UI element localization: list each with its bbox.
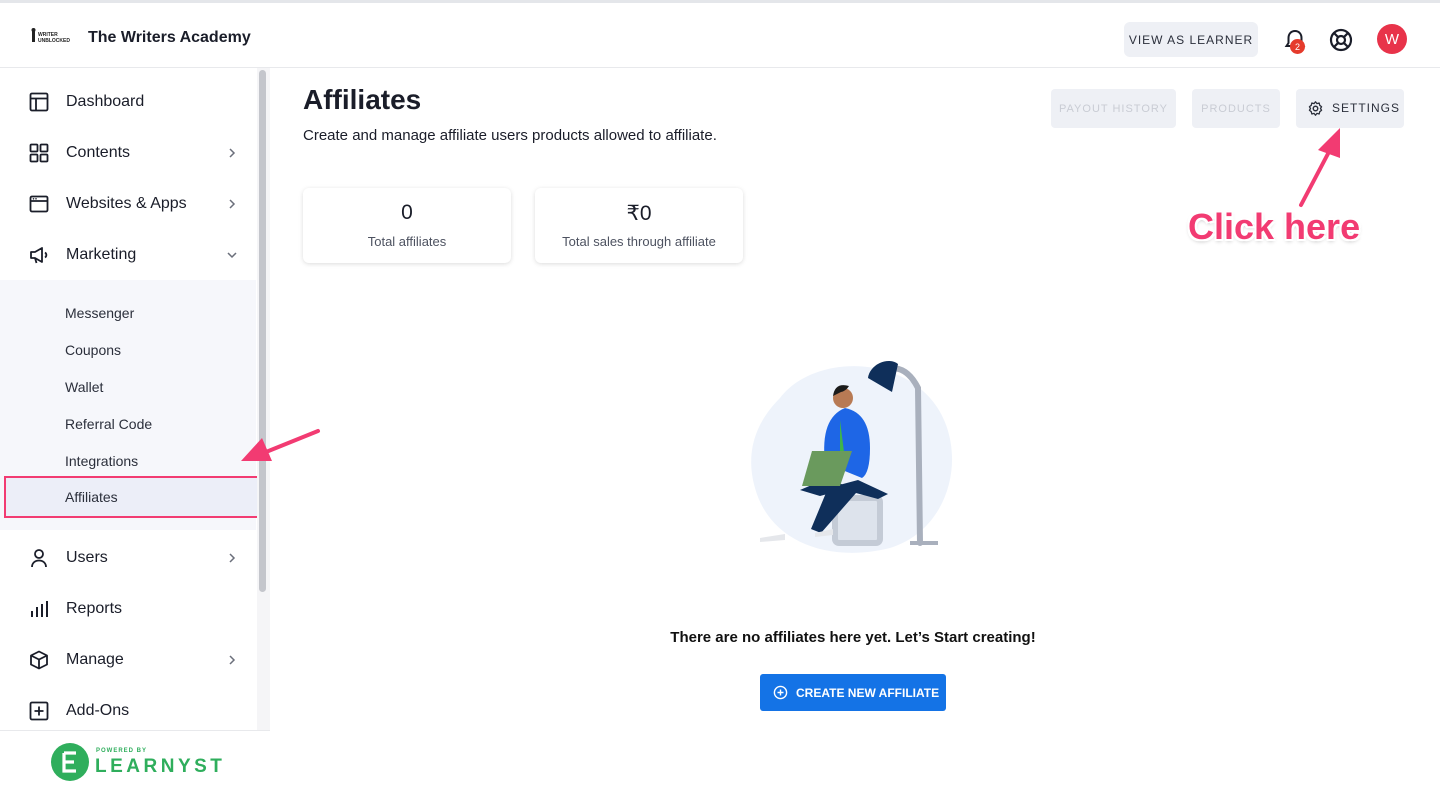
- chevron-down-icon: [227, 252, 237, 259]
- stat-label: Total sales through affiliate: [562, 234, 716, 249]
- sidebar-item-manage[interactable]: Manage: [0, 635, 256, 685]
- learnyst-wordmark: LEARNYST: [95, 756, 226, 777]
- submenu-item-referral-code[interactable]: Referral Code: [0, 405, 256, 442]
- settings-button[interactable]: SETTINGS: [1296, 89, 1404, 128]
- view-as-learner-button[interactable]: VIEW AS LEARNER: [1124, 22, 1258, 57]
- chevron-right-icon: [229, 199, 236, 209]
- sidebar-item-label: Manage: [66, 651, 124, 668]
- megaphone-icon: [30, 247, 48, 264]
- stat-label: Total affiliates: [367, 234, 447, 249]
- stat-card-total-sales: ₹0 Total sales through affiliate: [535, 188, 743, 263]
- submenu-item-label: Coupons: [65, 341, 122, 358]
- submenu-item-integrations[interactable]: Integrations: [0, 442, 256, 479]
- powered-by-footer: POWERED BY LEARNYST: [0, 730, 270, 792]
- create-button-label: CREATE NEW AFFILIATE: [796, 686, 940, 700]
- submenu-item-label: Messenger: [65, 304, 135, 321]
- sidebar: Dashboard Contents Websites & Apps Marke…: [0, 68, 270, 792]
- top-header: WRITER UNBLOCKED The Writers Academy VIE…: [0, 3, 1440, 68]
- layout-icon: [29, 92, 49, 112]
- powered-by-label: POWERED BY: [96, 748, 148, 754]
- submenu-item-label: Wallet: [65, 378, 104, 395]
- sidebar-item-label: Marketing: [66, 246, 137, 263]
- help-lifebuoy-icon[interactable]: [1329, 28, 1353, 52]
- page-title: Affiliates: [303, 84, 422, 115]
- submenu-item-coupons[interactable]: Coupons: [0, 331, 256, 368]
- user-icon: [31, 549, 47, 568]
- sidebar-scrollbar-thumb[interactable]: [259, 70, 266, 592]
- page-subtitle: Create and manage affiliate users produc…: [303, 127, 717, 144]
- main-content: Affiliates Create and manage affiliate u…: [270, 68, 1440, 792]
- bar-chart-icon: [31, 601, 48, 617]
- sidebar-item-label: Websites & Apps: [66, 195, 187, 212]
- payout-history-button[interactable]: PAYOUT HISTORY: [1051, 89, 1176, 128]
- sidebar-item-add-ons[interactable]: Add-Ons: [0, 686, 256, 736]
- stat-card-total-affiliates: 0 Total affiliates: [303, 188, 511, 263]
- sidebar-item-label: Contents: [66, 144, 131, 161]
- marketing-submenu: Messenger Coupons Wallet Referral Code I…: [0, 280, 259, 530]
- chevron-right-icon: [229, 553, 236, 563]
- notification-badge: 2: [1290, 39, 1305, 54]
- submenu-item-messenger[interactable]: Messenger: [0, 294, 256, 331]
- grid-icon: [29, 143, 49, 163]
- sidebar-item-reports[interactable]: Reports: [0, 584, 256, 634]
- box-icon: [30, 650, 48, 670]
- chevron-right-icon: [229, 655, 236, 665]
- sidebar-item-label: Users: [66, 549, 108, 566]
- empty-state-message: There are no affiliates here yet. Let’s …: [670, 629, 1036, 646]
- empty-state-illustration: [751, 360, 953, 553]
- sidebar-item-dashboard[interactable]: Dashboard: [0, 77, 256, 127]
- create-new-affiliate-button[interactable]: CREATE NEW AFFILIATE: [760, 674, 946, 711]
- submenu-item-label: Affiliates: [65, 489, 118, 505]
- sidebar-item-contents[interactable]: Contents: [0, 128, 256, 178]
- submenu-item-wallet[interactable]: Wallet: [0, 368, 256, 405]
- sidebar-item-users[interactable]: Users: [0, 533, 256, 583]
- submenu-item-affiliates[interactable]: Affiliates: [4, 476, 259, 518]
- sidebar-item-marketing[interactable]: Marketing: [0, 230, 256, 280]
- stat-value: 0: [401, 201, 413, 224]
- brand-name[interactable]: The Writers Academy: [88, 29, 251, 47]
- chevron-right-icon: [229, 148, 236, 158]
- annotation-callout: Click here: [1188, 206, 1361, 247]
- browser-window-icon: [29, 195, 49, 213]
- learnyst-logo-icon: [51, 743, 89, 781]
- brand-logo: WRITER UNBLOCKED: [31, 28, 70, 44]
- svg-text:UNBLOCKED: UNBLOCKED: [38, 38, 70, 44]
- products-button[interactable]: PRODUCTS: [1192, 89, 1280, 128]
- submenu-item-label: Referral Code: [65, 415, 153, 432]
- settings-label: SETTINGS: [1332, 101, 1401, 115]
- sidebar-item-label: Add-Ons: [66, 702, 130, 719]
- gear-icon: [1308, 101, 1323, 116]
- plus-square-icon: [29, 701, 49, 721]
- sidebar-item-websites-apps[interactable]: Websites & Apps: [0, 179, 256, 229]
- sidebar-item-label: Reports: [66, 600, 123, 617]
- plus-circle-icon: [773, 685, 788, 700]
- submenu-item-label: Integrations: [65, 452, 139, 469]
- user-avatar[interactable]: W: [1377, 24, 1407, 54]
- stat-value: ₹0: [626, 202, 652, 225]
- sidebar-item-label: Dashboard: [66, 93, 145, 110]
